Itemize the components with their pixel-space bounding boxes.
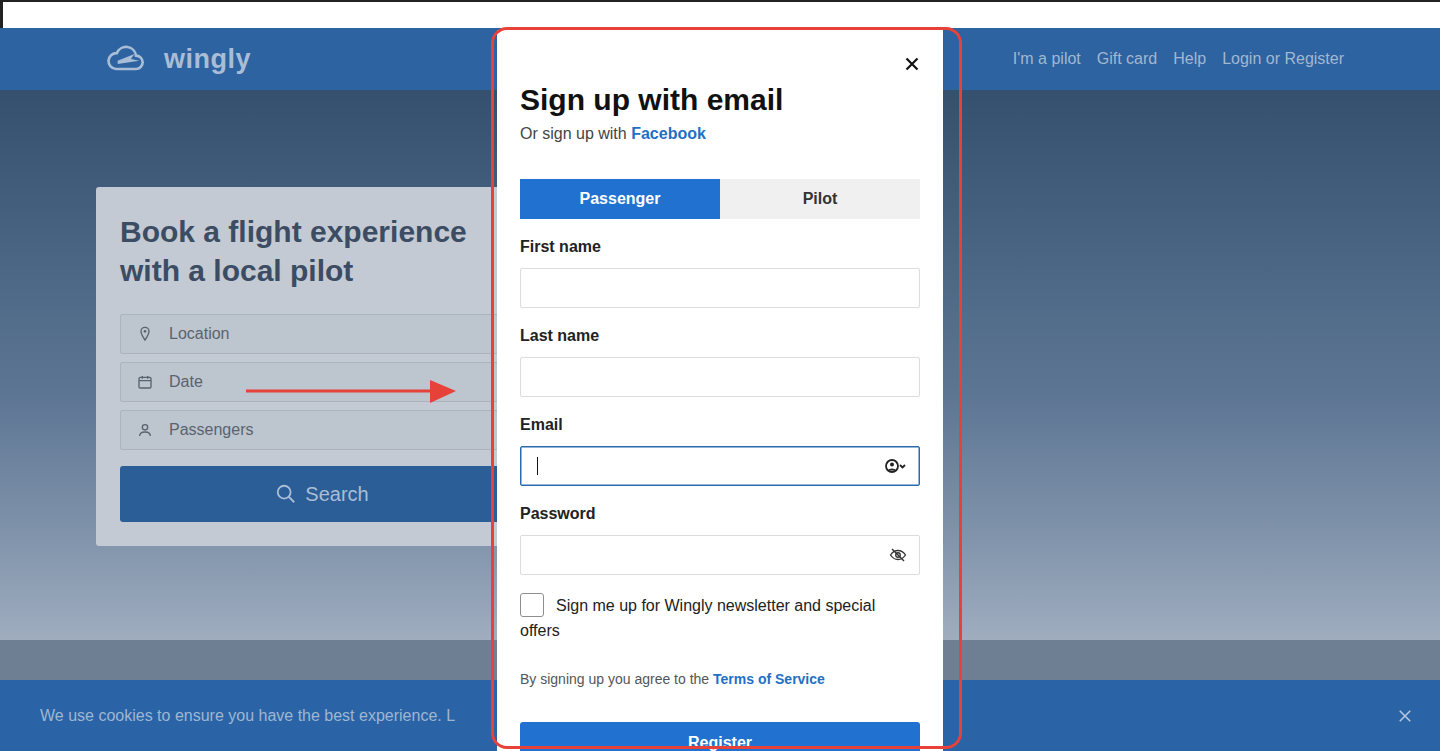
- logo-text: wingly: [164, 39, 251, 80]
- location-input[interactable]: [169, 322, 511, 346]
- date-icon: [137, 374, 153, 390]
- signup-modal: Sign up with email Or sign up with Facebo…: [497, 30, 943, 751]
- main-nav: I'm a pilot Gift card Help Login or Registe…: [1013, 47, 1344, 71]
- location-icon: [137, 326, 153, 342]
- terms-notice: By signing up you agree to the Terms of …: [520, 669, 920, 689]
- modal-close[interactable]: [901, 53, 923, 75]
- field-box: [520, 268, 920, 308]
- newsletter-label: Sign me up for Wingly newsletter and spe…: [520, 597, 875, 639]
- close-icon: [901, 53, 923, 75]
- terms-link[interactable]: Terms of Service: [713, 671, 825, 687]
- form-group: First name: [520, 237, 920, 308]
- nav-link[interactable]: Gift card: [1097, 47, 1157, 71]
- field-label: Email: [520, 415, 920, 435]
- search-card: Book a flight experience with a local pi…: [96, 187, 548, 546]
- register-button[interactable]: Register: [520, 722, 920, 751]
- eye-slash-icon: [889, 546, 907, 564]
- form-group: Email: [520, 415, 920, 486]
- modal-title: Sign up with email: [520, 82, 920, 118]
- search-title: Book a flight experience with a local pi…: [120, 212, 524, 290]
- modal-header: [520, 50, 920, 78]
- search-label: Search: [305, 479, 368, 509]
- subtitle-text: Or sign up with: [520, 125, 631, 142]
- modal-subtitle: Or sign up with Facebook: [520, 123, 920, 145]
- highlight-box: [491, 27, 962, 749]
- logo-icon: [96, 39, 156, 79]
- nav-link[interactable]: I'm a pilot: [1013, 47, 1081, 71]
- field-label: Password: [520, 504, 920, 524]
- search-field: [120, 314, 524, 354]
- search-field: [120, 362, 524, 402]
- logo[interactable]: wingly: [96, 39, 251, 80]
- cookie-text: We use cookies to ensure you have the be…: [40, 704, 455, 728]
- close-icon: [1396, 707, 1414, 725]
- password-input[interactable]: [537, 543, 889, 567]
- field-label: First name: [520, 237, 920, 257]
- form-group: Password: [520, 504, 920, 575]
- nav-link[interactable]: Login or Register: [1222, 47, 1344, 71]
- field-label: Last name: [520, 326, 920, 346]
- field-box: [520, 357, 920, 397]
- search-button[interactable]: Search: [120, 466, 524, 522]
- newsletter-checkbox[interactable]: [520, 593, 544, 617]
- text-input[interactable]: [537, 276, 907, 300]
- passengers-icon: [137, 422, 153, 438]
- nav-link[interactable]: Help: [1173, 47, 1206, 71]
- autofill-icon: [883, 454, 907, 478]
- facebook-link[interactable]: Facebook: [631, 125, 706, 142]
- cookie-close[interactable]: [1396, 707, 1414, 725]
- search-fields: [120, 314, 524, 450]
- newsletter-option[interactable]: Sign me up for Wingly newsletter and spe…: [520, 593, 920, 643]
- browser-strip: [0, 0, 1440, 28]
- field-box: [520, 535, 920, 575]
- terms-text: By signing up you agree to the: [520, 671, 713, 687]
- search-icon: [275, 483, 297, 505]
- account-tab[interactable]: Pilot: [720, 179, 920, 219]
- account-tab[interactable]: Passenger: [520, 179, 720, 219]
- text-input[interactable]: [537, 365, 907, 389]
- field-box: [520, 446, 920, 486]
- form-group: Last name: [520, 326, 920, 397]
- search-field: [120, 410, 524, 450]
- annotation-arrow-icon: [246, 380, 458, 404]
- email-input[interactable]: [538, 454, 883, 478]
- passengers-input[interactable]: [169, 418, 511, 442]
- account-type-tabs: PassengerPilot: [520, 179, 920, 219]
